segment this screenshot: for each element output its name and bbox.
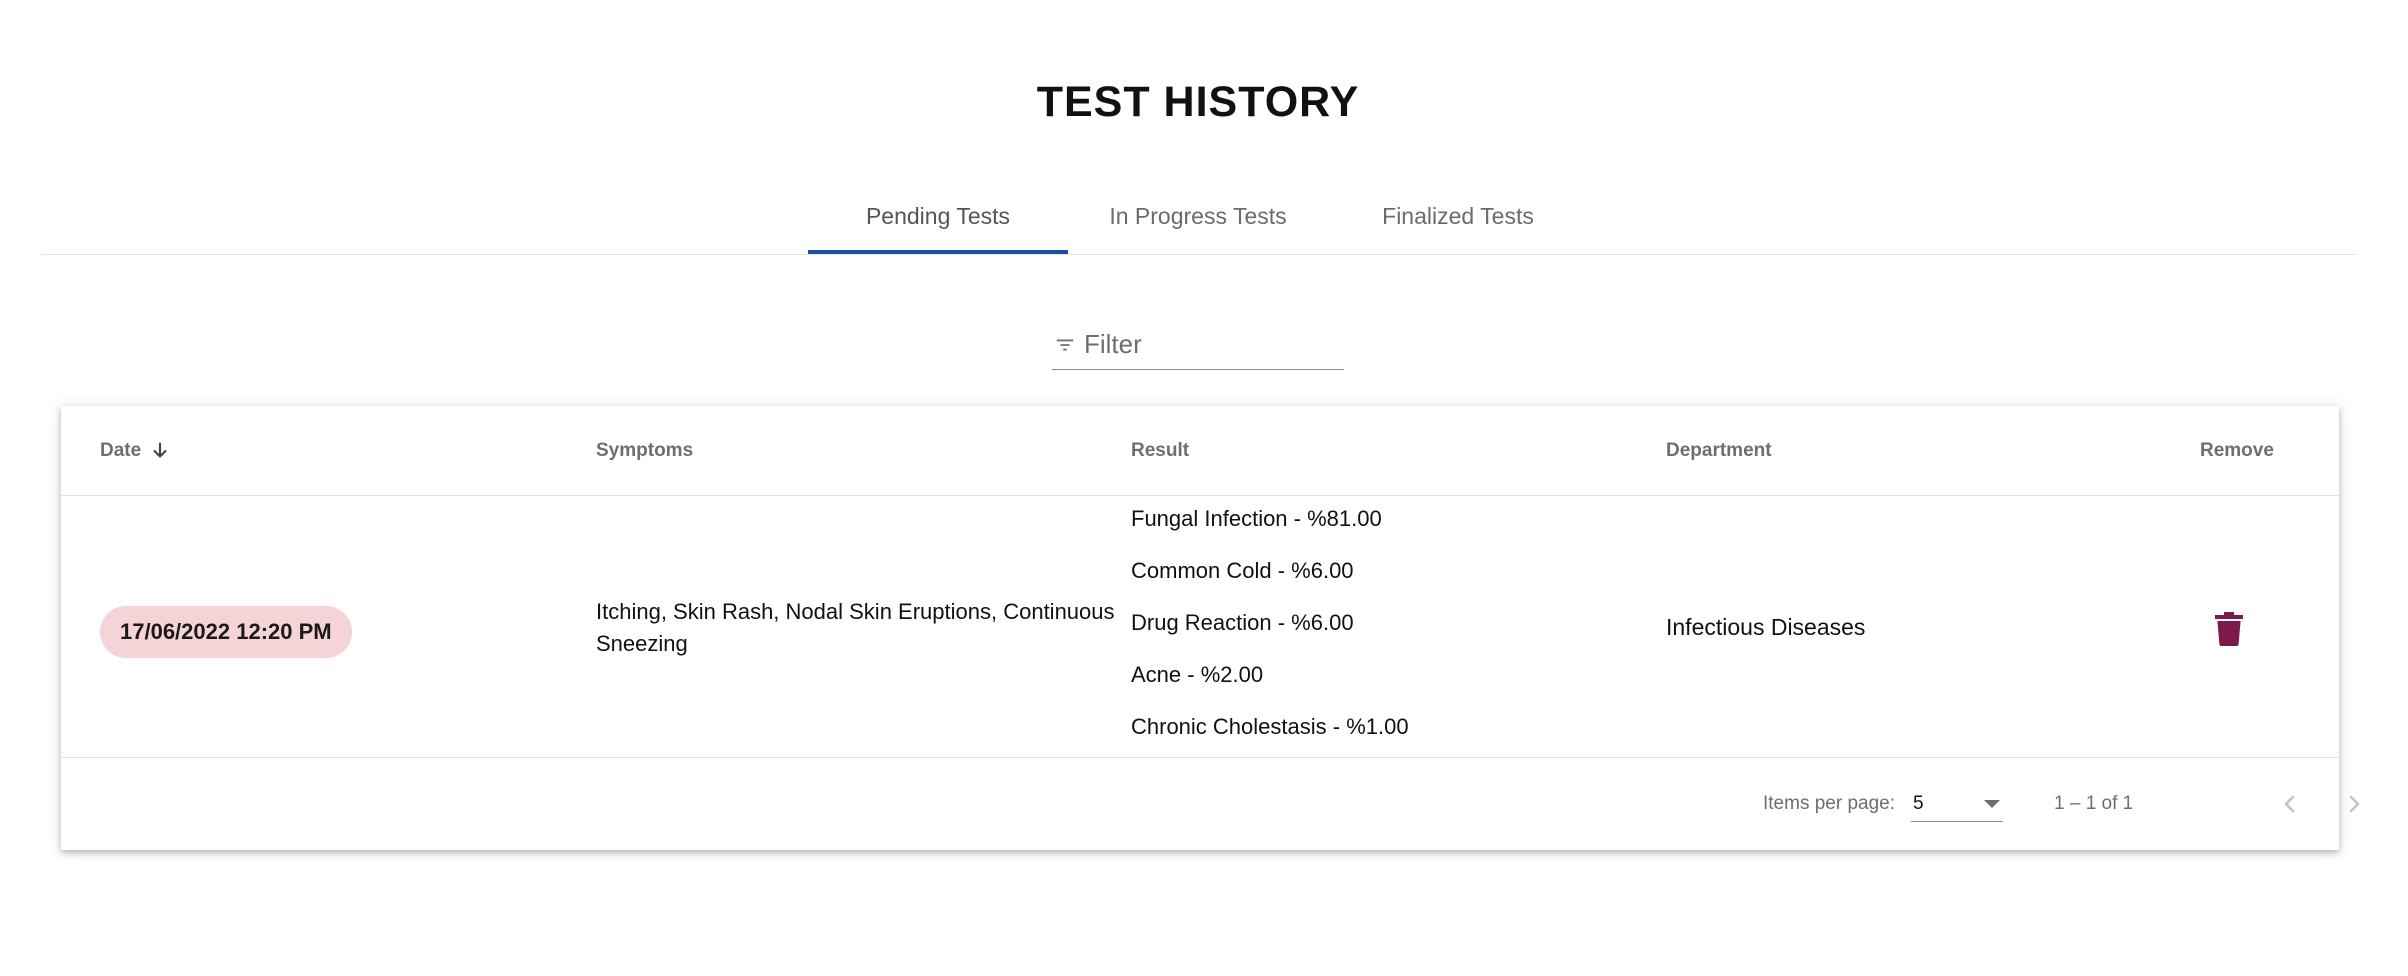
tab-label: Finalized Tests xyxy=(1382,202,1534,229)
tab-pending-tests[interactable]: Pending Tests xyxy=(808,178,1068,254)
header-date[interactable]: Date xyxy=(100,406,171,496)
header-department: Department xyxy=(1666,406,1772,496)
chevron-left-icon xyxy=(2284,795,2295,813)
header-result-label: Result xyxy=(1131,440,1190,461)
header-symptoms-label: Symptoms xyxy=(596,440,694,461)
chevron-right-icon xyxy=(2349,795,2360,813)
header-remove-label: Remove xyxy=(2200,440,2274,461)
paginator: Items per page: 5 1 – 1 of 1 xyxy=(61,758,2360,850)
filter-list-icon xyxy=(1056,339,1074,350)
tab-label: Pending Tests xyxy=(865,202,1011,229)
date-value: 17/06/2022 12:20 PM xyxy=(120,619,332,644)
result-item: Common Cold - %6.00 xyxy=(1131,558,1354,583)
trash-icon xyxy=(2215,612,2243,646)
result-item: Acne - %2.00 xyxy=(1131,662,1264,687)
test-history-page: TEST HISTORY Pending Tests In Progress T… xyxy=(0,0,2408,976)
active-tab-indicator xyxy=(808,250,1068,254)
tab-label: In Progress Tests xyxy=(1109,202,1287,229)
result-item: Chronic Cholestasis - %1.00 xyxy=(1131,714,1409,739)
table-row: 17/06/2022 12:20 PM Itching, Skin Rash, … xyxy=(61,496,2339,758)
remove-button[interactable] xyxy=(2209,609,2249,649)
result-item: Fungal Infection - %81.00 xyxy=(1131,506,1382,531)
symptoms-cell: Itching, Skin Rash, Nodal Skin Eruptions… xyxy=(596,599,1115,656)
department-cell: Infectious Diseases xyxy=(1666,614,1866,640)
filter-field[interactable] xyxy=(1052,320,1344,370)
table-header-row: Date Symptoms Result Department Remove xyxy=(61,406,2339,496)
tab-finalized-tests[interactable]: Finalized Tests xyxy=(1328,178,1588,254)
header-department-label: Department xyxy=(1666,440,1772,461)
test-table: Date Symptoms Result Department Remove 1… xyxy=(61,406,2360,850)
previous-page-button[interactable] xyxy=(2270,784,2310,824)
tab-bar: Pending Tests In Progress Tests Finalize… xyxy=(41,178,2356,255)
items-per-page-value: 5 xyxy=(1913,792,1924,814)
header-result: Result xyxy=(1131,406,1189,496)
result-item: Drug Reaction - %6.00 xyxy=(1131,610,1354,635)
dropdown-arrow-icon xyxy=(1984,799,2000,808)
header-date-label: Date xyxy=(100,440,142,461)
items-per-page-label: Items per page: xyxy=(1763,793,1896,814)
header-remove: Remove xyxy=(2200,406,2274,496)
filter-input[interactable] xyxy=(1084,329,1324,360)
next-page-button[interactable] xyxy=(2334,784,2374,824)
arrow-downward-icon xyxy=(153,442,167,458)
header-symptoms: Symptoms xyxy=(596,406,693,496)
page-range-label: 1 – 1 of 1 xyxy=(2054,793,2134,814)
tab-in-progress-tests[interactable]: In Progress Tests xyxy=(1068,178,1328,254)
date-chip: 17/06/2022 12:20 PM xyxy=(100,606,352,658)
items-per-page-select[interactable]: 5 xyxy=(1911,786,2003,822)
page-title: TEST HISTORY xyxy=(1036,78,1360,126)
